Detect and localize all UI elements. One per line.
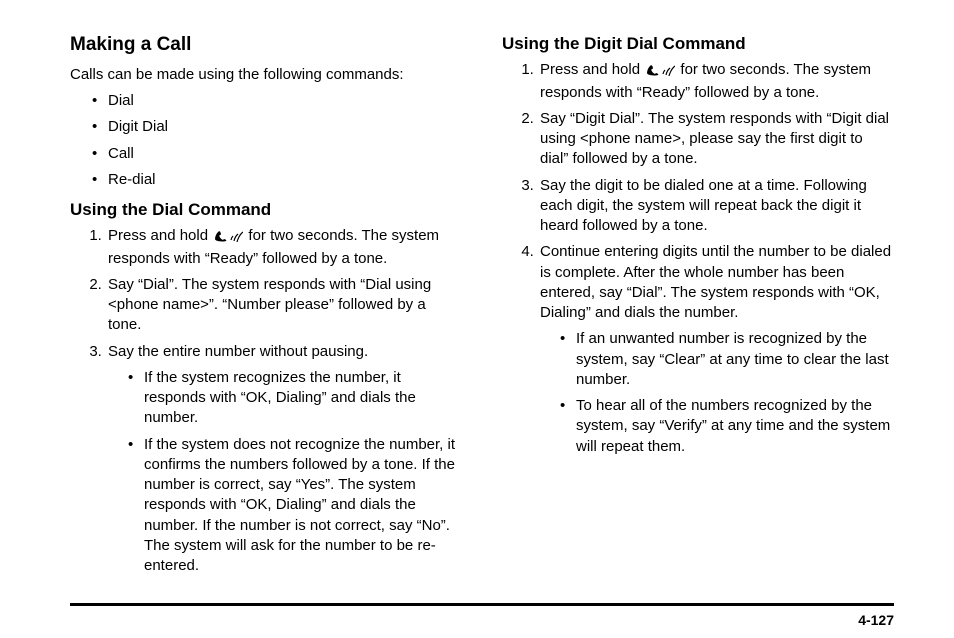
page-footer: 4-127 <box>70 603 894 638</box>
heading-using-digit-dial-command: Using the Digit Dial Command <box>502 34 894 54</box>
dial-substeps: If the system recognizes the number, it … <box>108 368 462 577</box>
list-item: If the system does not recognize the num… <box>128 435 462 577</box>
right-column: Using the Digit Dial Command Press and h… <box>502 34 894 603</box>
command-list: Dial Digit Dial Call Re-dial <box>70 91 462 190</box>
step-text: Press and hold <box>108 227 212 244</box>
left-column: Making a Call Calls can be made using th… <box>70 34 462 603</box>
list-item: Say the entire number without pausing. I… <box>106 342 462 577</box>
digit-dial-substeps: If an unwanted number is recognized by t… <box>540 329 894 457</box>
phone-voice-icon <box>645 62 675 82</box>
heading-making-a-call: Making a Call <box>70 34 462 57</box>
list-item: To hear all of the numbers recognized by… <box>560 396 894 457</box>
list-item: Press and hold for two seconds. The syst… <box>538 60 894 103</box>
step-text: Continue entering digits until the numbe… <box>540 243 891 321</box>
intro-text: Calls can be made using the following co… <box>70 65 462 85</box>
list-item: Call <box>92 144 462 164</box>
list-item: Re-dial <box>92 170 462 190</box>
page-number: 4-127 <box>858 612 894 628</box>
digit-dial-steps: Press and hold for two seconds. The syst… <box>502 60 894 457</box>
page: Making a Call Calls can be made using th… <box>0 0 954 638</box>
list-item: Say the digit to be dialed one at a time… <box>538 176 894 237</box>
columns-container: Making a Call Calls can be made using th… <box>70 34 894 603</box>
list-item: Dial <box>92 91 462 111</box>
list-item: Press and hold for two seconds. The syst… <box>106 226 462 269</box>
list-item: If an unwanted number is recognized by t… <box>560 329 894 390</box>
list-item: If the system recognizes the number, it … <box>128 368 462 429</box>
step-text: Say the entire number without pausing. <box>108 343 368 360</box>
list-item: Say “Dial”. The system responds with “Di… <box>106 275 462 336</box>
heading-using-dial-command: Using the Dial Command <box>70 200 462 220</box>
phone-voice-icon <box>213 228 243 248</box>
step-text: Press and hold <box>540 61 644 78</box>
dial-steps: Press and hold for two seconds. The syst… <box>70 226 462 576</box>
list-item: Say “Digit Dial”. The system responds wi… <box>538 109 894 170</box>
list-item: Continue entering digits until the numbe… <box>538 242 894 457</box>
list-item: Digit Dial <box>92 117 462 137</box>
